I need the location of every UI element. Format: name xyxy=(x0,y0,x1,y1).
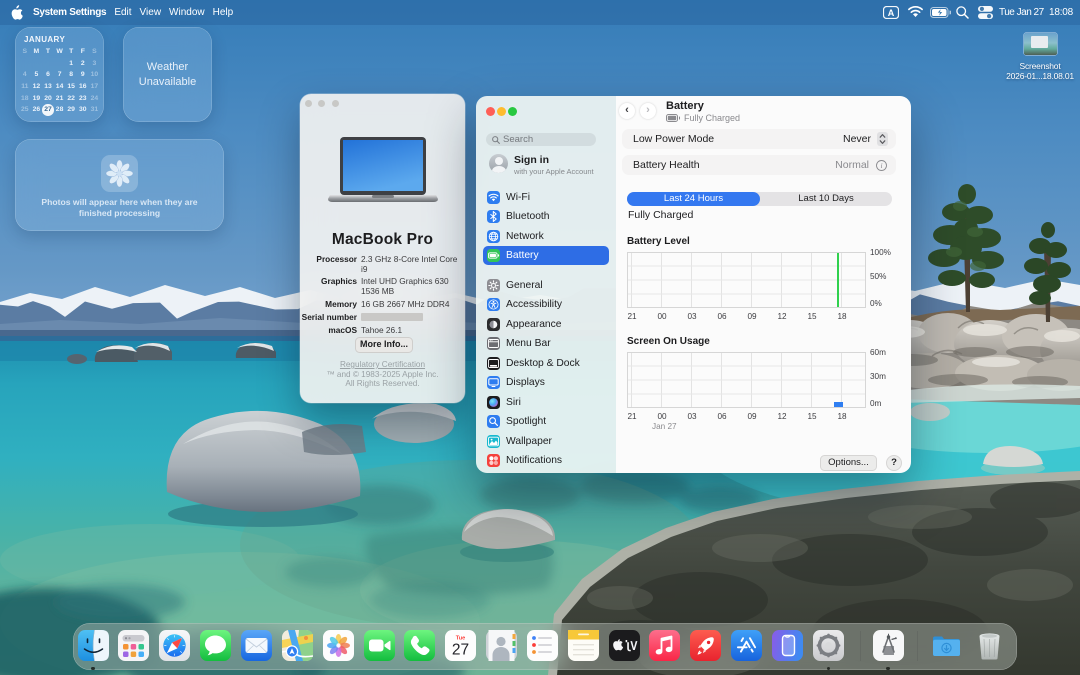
svg-text:27: 27 xyxy=(452,642,469,659)
svg-text:A: A xyxy=(888,8,895,18)
svg-text:i: i xyxy=(880,161,882,170)
